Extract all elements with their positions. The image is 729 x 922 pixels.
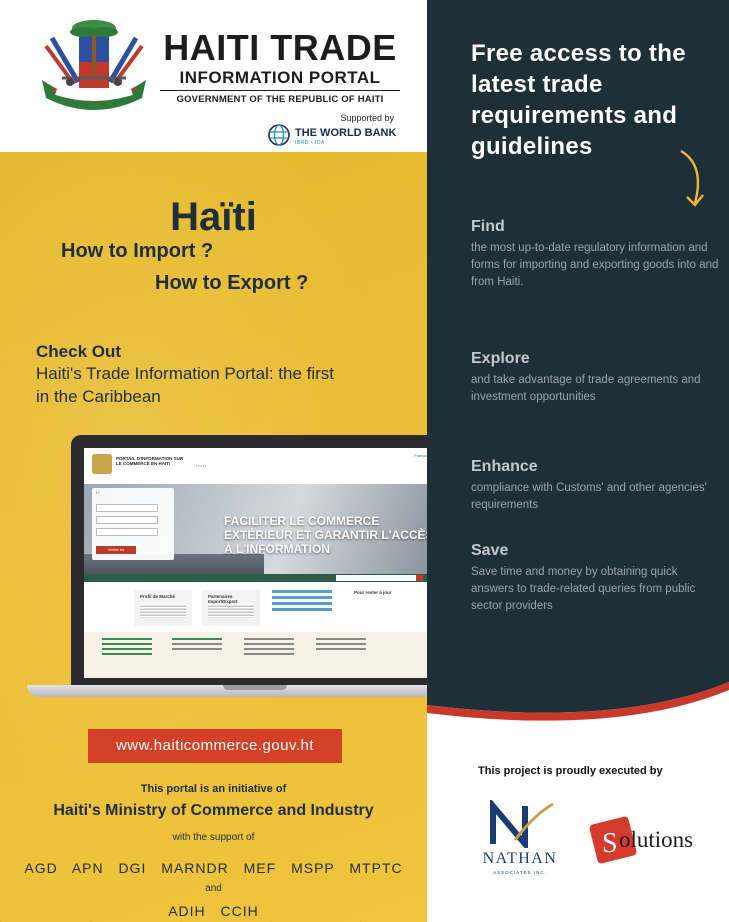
world-bank-globe-icon xyxy=(268,124,290,146)
right-column: Free access to the latest trade requirem… xyxy=(427,0,729,922)
site-card-body xyxy=(140,604,186,618)
world-bank-name: THE WORLD BANK xyxy=(295,127,397,139)
site-link-line xyxy=(272,608,332,611)
site-logo-icon xyxy=(92,454,112,474)
poster: HAITI TRADE INFORMATION PORTAL GOVERNMEN… xyxy=(0,0,729,922)
initiative-line: This portal is an initiative of xyxy=(140,783,287,795)
left-column: HAITI TRADE INFORMATION PORTAL GOVERNMEN… xyxy=(0,0,483,922)
site-header: PORTAIL D'INFORMATION SUR LE COMMERCE EN… xyxy=(84,448,456,484)
site-menu: ▪ ▪ ▪ ▪ ▪ xyxy=(196,464,207,468)
section-title-save: Save xyxy=(471,542,509,559)
site-footer xyxy=(84,632,456,678)
site-search-panel: ▪ ▪ Vérifier les réglementations xyxy=(92,488,174,560)
site-search-go xyxy=(416,575,423,581)
site-footer-col xyxy=(316,638,366,653)
portal-url[interactable]: www.haiticommerce.gouv.ht xyxy=(88,729,342,763)
site-slogan: FACILITER LE COMMERCE EXTÉRIEUR ET GARAN… xyxy=(224,514,434,556)
government-label: GOVERNMENT OF THE REPUBLIC OF HAITI xyxy=(176,94,384,105)
site-title: PORTAIL D'INFORMATION SUR LE COMMERCE EN… xyxy=(116,456,184,466)
check-out-body: Haiti's Trade Information Portal: the fi… xyxy=(36,364,335,406)
curved-arrow-icon xyxy=(680,149,704,207)
site-card-body xyxy=(208,604,254,618)
section-body-save: Save time and money by obtaining quick a… xyxy=(471,566,696,612)
site-search-tab: ▪ ▪ xyxy=(96,491,100,495)
nathan-logo: NATHAN ASSOCIATES INC. xyxy=(465,800,575,880)
world-bank-subtitle: IBRD • IDA xyxy=(295,140,325,146)
solutions-name: olutions xyxy=(619,827,694,852)
laptop-notch xyxy=(223,685,287,690)
site-footer-col xyxy=(172,638,222,653)
site-search-input xyxy=(336,575,416,581)
how-to-import: How to Import ? xyxy=(61,240,214,262)
nathan-name: NATHAN xyxy=(482,850,558,867)
solutions-logo: S olutions xyxy=(585,812,725,872)
site-link-line xyxy=(272,596,332,599)
check-out-heading: Check Out xyxy=(36,342,122,361)
site-card: Partenaires Import/Export xyxy=(202,590,260,626)
section-body-explore: and take advantage of trade agreements a… xyxy=(471,374,701,403)
brand-subtitle: INFORMATION PORTAL xyxy=(160,68,400,91)
laptop-screen: PORTAIL D'INFORMATION SUR LE COMMERCE EN… xyxy=(84,448,456,678)
world-bank-logo: THE WORLD BANK IBRD • IDA xyxy=(268,124,403,148)
site-card-title: Profil de Marché xyxy=(140,594,176,599)
site-field xyxy=(96,528,158,536)
coat-of-arms-icon xyxy=(42,20,146,110)
nathan-subtitle: ASSOCIATES INC. xyxy=(493,870,547,875)
ministry-name: Haiti's Ministry of Commerce and Industr… xyxy=(53,802,374,819)
section-body-enhance: compliance with Customs' and other agenc… xyxy=(471,482,707,511)
site-hero: ▪ ▪ Vérifier les réglementations FACILIT… xyxy=(84,484,456,574)
site-link-line xyxy=(272,590,332,593)
haiti-title: Haïti xyxy=(170,195,257,239)
site-field xyxy=(96,504,158,512)
site-field xyxy=(96,516,158,524)
nathan-logo-icon xyxy=(490,800,554,848)
section-body-find: the most up-to-date regulatory informati… xyxy=(471,242,719,288)
site-footer-col xyxy=(244,638,294,658)
how-to-export: How to Export ? xyxy=(155,272,309,294)
agencies-list: AGD APN DGI MARNDR MEF MSPP MTPTC xyxy=(24,860,403,876)
site-link-line xyxy=(272,602,332,605)
section-title-enhance: Enhance xyxy=(471,458,538,475)
site-card: Profil de Marché xyxy=(134,590,192,626)
site-cards: Profil de Marché Partenaires Import/Expo… xyxy=(84,582,456,632)
and-label: and xyxy=(205,883,222,894)
section-title-find: Find xyxy=(471,218,505,235)
svg-text:S: S xyxy=(602,828,618,859)
support-line: with the support of xyxy=(172,832,255,843)
site-search-button: Vérifier les réglementations xyxy=(96,546,136,560)
executed-by-label: This project is proudly executed by xyxy=(478,765,663,777)
site-card-title: Partenaires Import/Export xyxy=(208,594,238,604)
site-footer-col xyxy=(102,638,152,658)
laptop-mockup: PORTAIL D'INFORMATION SUR LE COMMERCE EN… xyxy=(27,435,483,705)
supported-by-label: Supported by xyxy=(340,113,394,123)
agencies-list-2: ADIH CCIH xyxy=(168,903,259,919)
headline: Free access to the latest trade requirem… xyxy=(471,40,686,160)
section-title-explore: Explore xyxy=(471,350,530,367)
brand-title: HAITI TRADE xyxy=(163,27,397,68)
